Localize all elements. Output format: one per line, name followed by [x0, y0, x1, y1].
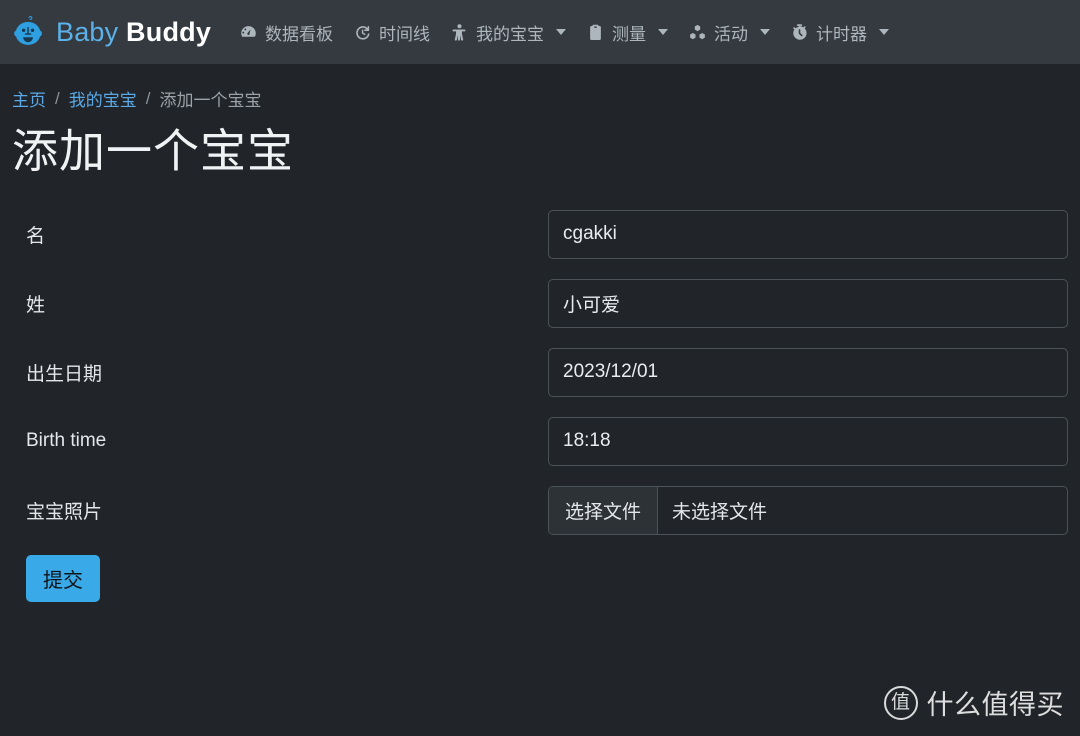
- breadcrumb-separator: /: [145, 88, 151, 108]
- nav-label-timeline: 时间线: [379, 24, 431, 44]
- clipboard-icon: [590, 24, 601, 40]
- breadcrumb-item-current: 添加一个宝宝: [159, 91, 262, 110]
- nav-item-timers[interactable]: 计时器: [780, 0, 899, 64]
- nav-item-children[interactable]: 我的宝宝: [440, 0, 576, 64]
- label-birth-date: 出生日期: [26, 363, 103, 385]
- child-icon: [452, 23, 466, 41]
- page-container: 主页 / 我的宝宝 / 添加一个宝宝 添加一个宝宝 名 姓 出生日期 Birth…: [0, 64, 1080, 602]
- file-status-text: 未选择文件: [672, 501, 768, 523]
- page-title: 添加一个宝宝: [12, 125, 294, 177]
- choose-file-button[interactable]: 选择文件: [549, 486, 659, 534]
- first-name-input[interactable]: [548, 209, 1068, 259]
- label-picture: 宝宝照片: [26, 501, 103, 523]
- chevron-down-icon: [879, 29, 890, 35]
- gauge-icon: [241, 25, 256, 37]
- birth-date-input[interactable]: [548, 347, 1068, 397]
- chevron-down-icon: [556, 29, 567, 35]
- baby-face-icon: [14, 15, 42, 45]
- label-last-name: 姓: [26, 294, 46, 316]
- nav-label-activities: 活动: [714, 24, 749, 44]
- nav-item-measurements[interactable]: 测量: [576, 0, 678, 64]
- form-row-last-name: 姓: [12, 269, 1068, 338]
- breadcrumb-separator: /: [55, 88, 60, 108]
- nav-item-dashboard[interactable]: 数据看板: [229, 0, 343, 64]
- submit-button[interactable]: 提交: [26, 554, 100, 602]
- birth-time-input[interactable]: [548, 416, 1068, 466]
- brand-title-light: Baby: [56, 16, 119, 47]
- breadcrumb-item-home[interactable]: 主页: [12, 86, 46, 111]
- nav-label-children: 我的宝宝: [476, 24, 545, 44]
- label-birth-time: Birth time: [26, 430, 107, 452]
- brand-title-bold: Buddy: [126, 16, 212, 47]
- cubes-icon: [690, 24, 705, 39]
- watermark-badge-icon: 值: [883, 685, 918, 720]
- add-child-form: 名 姓 出生日期 Birth time 宝宝照片 选择文件 未选择文件 提交: [12, 200, 1068, 602]
- watermark: 值 什么值得买: [883, 683, 1065, 722]
- nav-item-timeline[interactable]: 时间线: [343, 0, 440, 64]
- history-icon: [356, 25, 370, 40]
- chevron-down-icon: [658, 29, 669, 35]
- chevron-down-icon: [760, 29, 771, 35]
- label-first-name: 名: [26, 225, 46, 247]
- brand-title: Baby Buddy: [56, 16, 212, 47]
- form-row-picture: 宝宝照片 选择文件 未选择文件: [12, 476, 1068, 545]
- nav-item-activities[interactable]: 活动: [678, 0, 780, 64]
- main-navbar: Baby Buddy 数据看板 时间线 我的宝宝 测量 活动 计时器: [0, 0, 1080, 64]
- submit-row: 提交: [12, 545, 1068, 602]
- nav-label-measurements: 测量: [612, 24, 647, 44]
- picture-file-input[interactable]: 选择文件 未选择文件: [548, 485, 1068, 535]
- brand-logo[interactable]: Baby Buddy: [12, 15, 211, 49]
- form-row-birth-time: Birth time: [12, 407, 1068, 476]
- form-row-birth-date: 出生日期: [12, 338, 1068, 407]
- watermark-text: 什么值得买: [926, 690, 1064, 720]
- breadcrumb: 主页 / 我的宝宝 / 添加一个宝宝: [12, 64, 1068, 111]
- nav-label-timers: 计时器: [816, 24, 868, 44]
- last-name-input[interactable]: [548, 278, 1068, 328]
- breadcrumb-item-children[interactable]: 我的宝宝: [69, 86, 137, 111]
- form-row-first-name: 名: [12, 200, 1068, 269]
- nav-label-dashboard: 数据看板: [265, 24, 334, 44]
- stopwatch-icon: [793, 23, 807, 40]
